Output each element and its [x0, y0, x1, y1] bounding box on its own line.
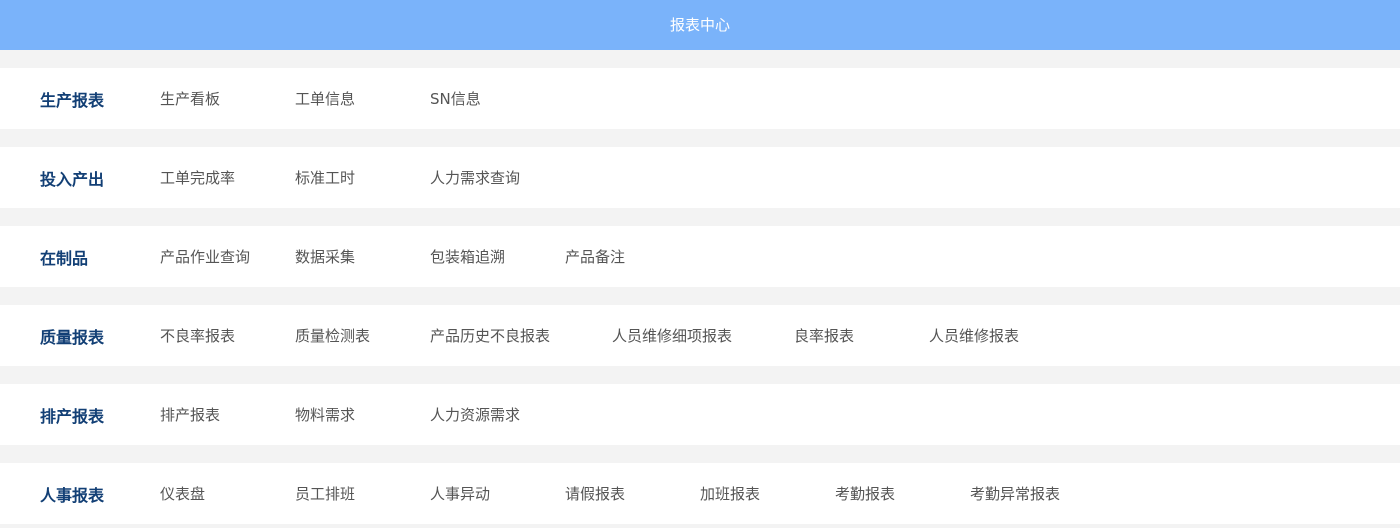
report-link[interactable]: 产品备注 — [565, 246, 700, 267]
section-input-output: 投入产出 工单完成率 标准工时 人力需求查询 — [0, 147, 1400, 208]
report-link[interactable]: 良率报表 — [794, 325, 929, 346]
report-link[interactable]: 人员维修细项报表 — [612, 325, 794, 346]
section-title: 在制品 — [40, 248, 89, 268]
section-links: 工单完成率 标准工时 人力需求查询 — [160, 147, 565, 208]
section-links: 排产报表 物料需求 人力资源需求 — [160, 384, 565, 445]
report-link[interactable]: 请假报表 — [565, 483, 700, 504]
section-quality-report: 质量报表 不良率报表 质量检测表 产品历史不良报表 人员维修细项报表 良率报表 … — [0, 305, 1400, 366]
section-links: 产品作业查询 数据采集 包装箱追溯 产品备注 — [160, 226, 700, 287]
report-link[interactable]: 物料需求 — [295, 404, 430, 425]
report-link[interactable]: 考勤报表 — [835, 483, 970, 504]
page-header: 报表中心 — [0, 0, 1400, 50]
report-link[interactable]: 标准工时 — [295, 167, 430, 188]
report-link[interactable]: 仪表盘 — [160, 483, 295, 504]
report-link[interactable]: 质量检测表 — [295, 325, 430, 346]
report-link[interactable]: 排产报表 — [160, 404, 295, 425]
report-link[interactable]: 产品历史不良报表 — [430, 325, 612, 346]
report-link[interactable]: 产品作业查询 — [160, 246, 295, 267]
section-scheduling-report: 排产报表 排产报表 物料需求 人力资源需求 — [0, 384, 1400, 445]
report-link[interactable]: 考勤异常报表 — [970, 483, 1105, 504]
section-title: 排产报表 — [40, 406, 105, 426]
section-wip: 在制品 产品作业查询 数据采集 包装箱追溯 产品备注 — [0, 226, 1400, 287]
section-links: 生产看板 工单信息 SN信息 — [160, 68, 565, 129]
section-title: 人事报表 — [40, 485, 105, 505]
section-links: 仪表盘 员工排班 人事异动 请假报表 加班报表 考勤报表 考勤异常报表 — [160, 463, 1105, 524]
report-link[interactable]: 人事异动 — [430, 483, 565, 504]
report-link[interactable]: 数据采集 — [295, 246, 430, 267]
section-title: 质量报表 — [40, 327, 105, 347]
report-link[interactable]: 人力需求查询 — [430, 167, 565, 188]
report-link[interactable]: 人力资源需求 — [430, 404, 565, 425]
report-link[interactable]: 加班报表 — [700, 483, 835, 504]
report-link[interactable]: 工单完成率 — [160, 167, 295, 188]
report-link[interactable]: SN信息 — [430, 88, 565, 109]
report-link[interactable]: 包装箱追溯 — [430, 246, 565, 267]
page-title: 报表中心 — [669, 16, 730, 34]
report-link[interactable]: 不良率报表 — [160, 325, 295, 346]
report-link[interactable]: 员工排班 — [295, 483, 430, 504]
section-hr-report: 人事报表 仪表盘 员工排班 人事异动 请假报表 加班报表 考勤报表 考勤异常报表 — [0, 463, 1400, 524]
section-title: 生产报表 — [40, 90, 105, 110]
section-links: 不良率报表 质量检测表 产品历史不良报表 人员维修细项报表 良率报表 人员维修报… — [160, 305, 1064, 366]
section-title: 投入产出 — [40, 169, 105, 189]
report-link[interactable]: 工单信息 — [295, 88, 430, 109]
report-link[interactable]: 生产看板 — [160, 88, 295, 109]
section-production-report: 生产报表 生产看板 工单信息 SN信息 — [0, 68, 1400, 129]
report-link[interactable]: 人员维修报表 — [929, 325, 1064, 346]
report-sections: 生产报表 生产看板 工单信息 SN信息 投入产出 工单完成率 标准工时 人力需求… — [0, 50, 1400, 524]
